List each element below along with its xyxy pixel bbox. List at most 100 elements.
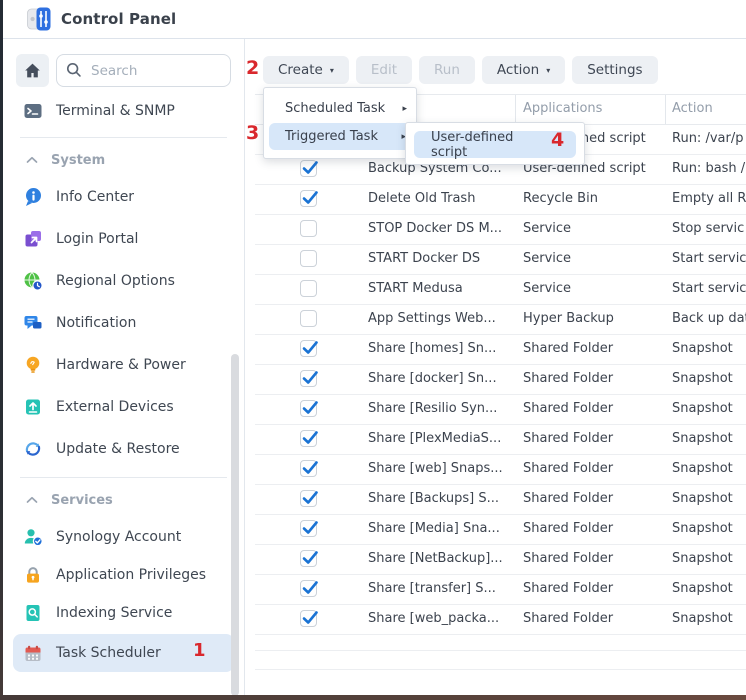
menu-item-label: Scheduled Task bbox=[285, 101, 385, 116]
task-name-cell: Share [Resilio Syn... bbox=[368, 401, 497, 416]
table-row[interactable]: Share [Backups] S...Shared FolderSnapsho… bbox=[255, 485, 746, 515]
sidebar-section-system[interactable]: System bbox=[16, 149, 231, 171]
sidebar-item-synology-account[interactable]: Synology Account bbox=[16, 518, 231, 556]
task-checkbox[interactable] bbox=[300, 370, 317, 387]
task-checkbox[interactable] bbox=[300, 550, 317, 567]
table-row[interactable]: Share [Resilio Syn...Shared FolderSnapsh… bbox=[255, 395, 746, 425]
edit-button-label: Edit bbox=[371, 62, 397, 78]
sidebar-item-label: Indexing Service bbox=[56, 605, 172, 621]
task-application-cell: Shared Folder bbox=[523, 491, 613, 506]
run-button[interactable]: Run bbox=[419, 56, 475, 84]
sidebar-group: Info Center Login Portal Regional Options N… bbox=[16, 176, 231, 470]
sidebar-item-external-devices[interactable]: External Devices bbox=[16, 386, 231, 428]
table-row[interactable]: Share [transfer] S...Shared FolderSnapsh… bbox=[255, 575, 746, 605]
table-row[interactable]: App Settings Web...Hyper BackupBack up d… bbox=[255, 305, 746, 335]
sidebar-item-label: Login Portal bbox=[56, 231, 138, 247]
task-name-cell: Share [NetBackup]... bbox=[368, 551, 503, 566]
sidebar-item-terminal-snmp[interactable]: Terminal & SNMP bbox=[16, 97, 231, 125]
sidebar-item-update-restore[interactable]: Update & Restore bbox=[16, 428, 231, 470]
sidebar-item-regional-options[interactable]: Regional Options bbox=[16, 260, 231, 302]
calendar-icon bbox=[23, 643, 43, 663]
task-checkbox[interactable] bbox=[300, 520, 317, 537]
sidebar-item-notification[interactable]: Notification bbox=[16, 302, 231, 344]
task-checkbox[interactable] bbox=[300, 310, 317, 327]
sidebar-scrollbar[interactable] bbox=[231, 354, 239, 695]
column-header-applications[interactable]: Applications bbox=[523, 101, 602, 116]
home-button[interactable] bbox=[16, 54, 49, 87]
task-action-cell: Run: bash / bbox=[672, 161, 745, 176]
chevron-up-icon bbox=[26, 156, 38, 164]
sidebar-item-label: External Devices bbox=[56, 399, 174, 415]
task-application-cell: Shared Folder bbox=[523, 611, 613, 626]
sidebar: Terminal & SNMP System Info Center Login Po… bbox=[3, 39, 245, 695]
task-checkbox[interactable] bbox=[300, 400, 317, 417]
task-checkbox[interactable] bbox=[300, 610, 317, 627]
task-checkbox[interactable] bbox=[300, 160, 317, 177]
sync-arrows-icon bbox=[23, 439, 43, 459]
sidebar-item-indexing-service[interactable]: Indexing Service bbox=[16, 594, 231, 632]
task-action-cell: Run: /var/p bbox=[672, 131, 743, 146]
sidebar-item-label: Synology Account bbox=[56, 529, 181, 545]
task-action-cell: Empty all R bbox=[672, 191, 746, 206]
table-row[interactable]: Share [NetBackup]...Shared FolderSnapsho… bbox=[255, 545, 746, 575]
task-checkbox[interactable] bbox=[300, 430, 317, 447]
table-row[interactable]: Share [Media] Sna...Shared FolderSnapsho… bbox=[255, 515, 746, 545]
sidebar-item-application-privileges[interactable]: Application Privileges bbox=[16, 556, 231, 594]
task-checkbox[interactable] bbox=[300, 280, 317, 297]
task-application-cell: Shared Folder bbox=[523, 431, 613, 446]
menu-item-triggered-task[interactable]: Triggered Task▸ bbox=[269, 123, 411, 150]
task-action-cell: Stop servic bbox=[672, 221, 744, 236]
table-row[interactable]: Share [homes] Sn...Shared FolderSnapshot bbox=[255, 335, 746, 365]
task-name-cell: START Docker DS bbox=[368, 251, 480, 266]
info-icon bbox=[23, 187, 43, 207]
task-name-cell: Share [web_packa... bbox=[368, 611, 499, 626]
task-application-cell: Shared Folder bbox=[523, 341, 613, 356]
task-application-cell: Service bbox=[523, 281, 571, 296]
login-portal-icon bbox=[23, 229, 43, 249]
task-checkbox[interactable] bbox=[300, 340, 317, 357]
table-row[interactable]: Share [web] Snaps...Shared FolderSnapsho… bbox=[255, 455, 746, 485]
task-action-cell: Start servic bbox=[672, 251, 746, 266]
task-checkbox[interactable] bbox=[300, 190, 317, 207]
sidebar-item-label: Notification bbox=[56, 315, 136, 331]
account-check-icon bbox=[23, 527, 43, 547]
task-application-cell: Hyper Backup bbox=[523, 311, 614, 326]
table-row[interactable]: START MedusaServiceStart servic bbox=[255, 275, 746, 305]
home-icon bbox=[23, 61, 42, 80]
create-button[interactable]: Create▾ bbox=[263, 56, 349, 84]
task-action-cell: Snapshot bbox=[672, 371, 733, 386]
task-name-cell: Share [Media] Sna... bbox=[368, 521, 500, 536]
sidebar-item-label: Regional Options bbox=[56, 273, 175, 289]
sidebar-section-services[interactable]: Services bbox=[16, 489, 231, 511]
sidebar-item-login-portal[interactable]: Login Portal bbox=[16, 218, 231, 260]
task-name-cell: Share [docker] Sn... bbox=[368, 371, 497, 386]
sidebar-section-label: System bbox=[51, 153, 105, 168]
table-row[interactable]: STOP Docker DS M...ServiceStop servic bbox=[255, 215, 746, 245]
menu-item-scheduled-task[interactable]: Scheduled Task▸ bbox=[264, 95, 416, 122]
annotation-step-1: 1 bbox=[193, 641, 206, 661]
task-application-cell: Service bbox=[523, 251, 571, 266]
sidebar-item-label: Hardware & Power bbox=[56, 357, 186, 373]
task-application-cell: Service bbox=[523, 221, 571, 236]
window-title: Control Panel bbox=[61, 10, 176, 28]
task-action-cell: Start servic bbox=[672, 281, 746, 296]
task-checkbox[interactable] bbox=[300, 250, 317, 267]
table-row[interactable]: Delete Old TrashRecycle BinEmpty all R bbox=[255, 185, 746, 215]
edit-button[interactable]: Edit bbox=[356, 56, 412, 84]
sidebar-item-hardware-power[interactable]: Hardware & Power bbox=[16, 344, 231, 386]
table-row[interactable]: START Docker DS Service Start servic bbox=[255, 245, 746, 275]
task-checkbox[interactable] bbox=[300, 580, 317, 597]
task-checkbox[interactable] bbox=[300, 460, 317, 477]
table-row[interactable]: Share [PlexMediaS...Shared FolderSnapsho… bbox=[255, 425, 746, 455]
task-checkbox[interactable] bbox=[300, 490, 317, 507]
action-button[interactable]: Action▾ bbox=[482, 56, 565, 84]
task-action-cell: Snapshot bbox=[672, 521, 733, 536]
table-row[interactable]: Share [web_packa...Shared FolderSnapshot bbox=[255, 605, 746, 635]
column-header-action[interactable]: Action bbox=[672, 101, 713, 116]
table-row[interactable]: Share [docker] Sn...Shared FolderSnapsho… bbox=[255, 365, 746, 395]
task-checkbox[interactable] bbox=[300, 220, 317, 237]
empty-row bbox=[255, 635, 746, 651]
settings-button[interactable]: Settings bbox=[572, 56, 657, 84]
search-input[interactable] bbox=[56, 54, 231, 87]
sidebar-item-info-center[interactable]: Info Center bbox=[16, 176, 231, 218]
